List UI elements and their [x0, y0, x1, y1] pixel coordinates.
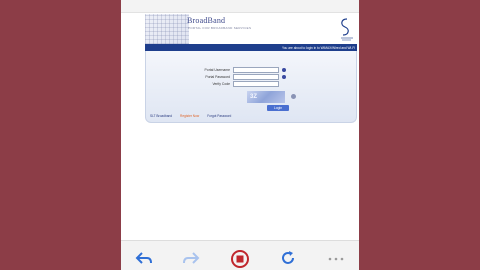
password-input[interactable]	[233, 74, 279, 80]
forward-icon[interactable]	[182, 251, 200, 265]
password-row: Portal Password	[190, 74, 286, 80]
forgot-password-link[interactable]: Forgot Password	[207, 114, 231, 118]
verify-row: Verify Code	[190, 81, 279, 87]
more-options-icon[interactable]	[327, 257, 345, 261]
register-now-link[interactable]: Register Now	[180, 114, 199, 118]
verify-label: Verify Code	[212, 82, 230, 86]
back-icon[interactable]	[135, 251, 153, 265]
username-label: Portal Username	[204, 68, 230, 72]
login-button[interactable]: Login	[267, 105, 289, 111]
info-band: You are about to login in to WiMAX/Wired…	[145, 44, 357, 51]
password-label: Portal Password	[205, 75, 230, 79]
brand-title: BroadBand	[187, 16, 226, 25]
reload-icon[interactable]	[279, 249, 297, 267]
refresh-captcha-icon[interactable]	[291, 94, 296, 99]
browser-window: BroadBand PORTAL FOR BROADBAND SERVICES …	[121, 0, 359, 270]
slt-broadband-link[interactable]: SLT Broadband	[150, 114, 172, 118]
help-icon[interactable]	[282, 75, 286, 79]
login-button-label: Login	[273, 106, 283, 110]
info-band-text: You are about to login in to WiMAX/Wired…	[281, 45, 355, 50]
help-icon[interactable]	[282, 68, 286, 72]
site-header: BroadBand PORTAL FOR BROADBAND SERVICES	[145, 14, 357, 44]
brand-subtitle: PORTAL FOR BROADBAND SERVICES	[188, 26, 252, 30]
slt-logo-icon	[341, 18, 353, 41]
username-input[interactable]	[233, 67, 279, 73]
username-row: Portal Username	[190, 67, 286, 73]
stop-icon[interactable]	[230, 249, 250, 269]
header-pattern	[145, 14, 189, 44]
captcha-image: 3Z	[247, 91, 285, 103]
captcha-text: 3Z	[250, 94, 258, 100]
verify-input[interactable]	[233, 81, 279, 87]
footer-links: SLT Broadband Register Now Forgot Passwo…	[150, 114, 231, 118]
browser-toolbar	[121, 240, 359, 270]
status-bar	[121, 0, 359, 13]
login-panel: Portal Username Portal Password Verify C…	[145, 51, 357, 123]
